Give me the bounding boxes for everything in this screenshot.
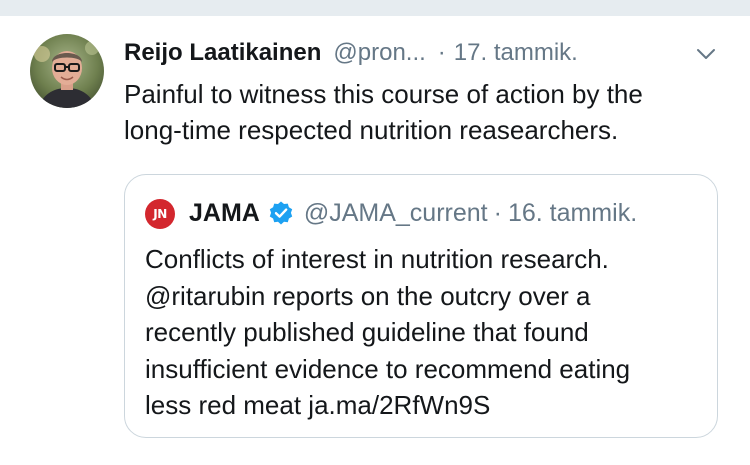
quoted-author-handle[interactable]: @JAMA_current (304, 197, 488, 229)
jama-network-logo[interactable]: JN (145, 199, 175, 229)
quoted-text-line: insufficient evidence to recommend eatin… (145, 353, 631, 384)
tweet-header: Reijo Laatikainen @pron... · 17. tammik. (124, 38, 578, 70)
quoted-text-line: less red meat ja.ma/2RfWn9S (145, 390, 491, 420)
verified-badge-icon (268, 200, 294, 226)
quoted-text-line: recently published guideline that found (145, 317, 589, 347)
quoted-text-line: @ritarubin reports on the outcry over a (145, 280, 591, 311)
author-avatar[interactable] (30, 34, 104, 108)
quoted-text-line: Conflicts of interest in nutrition resea… (145, 244, 609, 274)
quoted-tweet-header: JAMA @JAMA_current · 16. tammik. (189, 197, 637, 229)
tweet-text: Painful to witness this course of action… (124, 76, 724, 148)
tweet-text-line: long-time respected nutrition reasearche… (124, 115, 619, 145)
quoted-tweet-text: Conflicts of interest in nutrition resea… (145, 241, 705, 424)
tweet-text-line: Painful to witness this course of action… (124, 79, 643, 109)
quoted-author-name[interactable]: JAMA (189, 197, 260, 229)
author-handle[interactable]: @pron... (333, 38, 425, 68)
author-name[interactable]: Reijo Laatikainen (124, 38, 321, 68)
tweet[interactable]: Reijo Laatikainen @pron... · 17. tammik.… (0, 16, 750, 465)
separator-dot: · (437, 39, 446, 66)
chevron-down-icon[interactable] (694, 42, 718, 66)
quoted-tweet-date[interactable]: 16. tammik. (508, 197, 637, 229)
quoted-tweet-card[interactable]: JN JAMA @JAMA_current · 16. tammik. Conf… (124, 174, 718, 438)
tweet-date[interactable]: 17. tammik. (454, 38, 578, 68)
separator-dot: · (493, 199, 502, 227)
author-avatar-image (30, 34, 104, 108)
top-divider-strip (0, 0, 750, 16)
